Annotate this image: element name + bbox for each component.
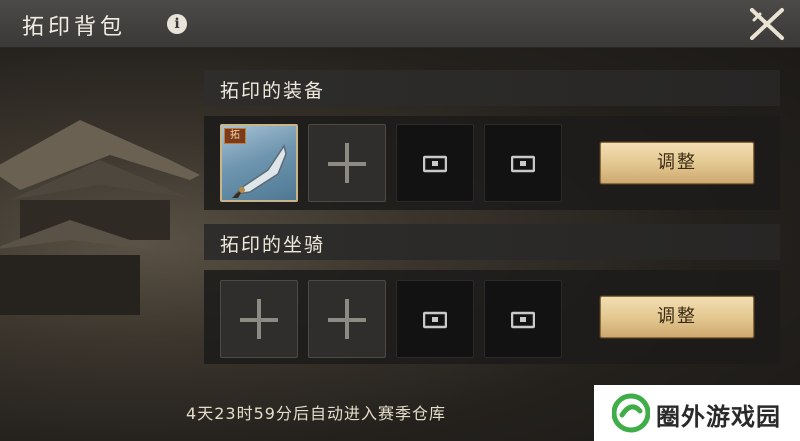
mount-slot-1[interactable] <box>220 280 298 358</box>
pavilion-roof-art <box>0 120 200 315</box>
season-countdown: 4天23时59分后自动进入赛季仓库 <box>186 404 446 423</box>
mount-section-title: 拓印的坐骑 <box>220 234 326 256</box>
background-scenery <box>0 0 800 441</box>
equipment-slot-2[interactable] <box>308 124 386 202</box>
mount-slot-3[interactable] <box>396 280 474 358</box>
lock-icon <box>423 311 447 329</box>
mount-adjust-button[interactable]: 调整 <box>600 296 754 338</box>
equipment-adjust-button[interactable]: 调整 <box>600 142 754 184</box>
mount-slot-4[interactable] <box>484 280 562 358</box>
equipment-slot-1[interactable]: 拓 <box>220 124 298 202</box>
lock-icon <box>511 155 535 173</box>
page-title: 拓印背包 <box>22 15 127 40</box>
header-bar: 拓印背包 i <box>0 0 800 48</box>
equipment-slot-3[interactable] <box>396 124 474 202</box>
watermark-text: 圈外游戏园 <box>656 403 781 431</box>
equipment-slot-4[interactable] <box>484 124 562 202</box>
blade-icon <box>232 144 287 198</box>
watermark: 圈外游戏园 <box>594 385 800 441</box>
mount-slot-2[interactable] <box>308 280 386 358</box>
equipment-section-header: 拓印的装备 <box>204 70 780 106</box>
close-icon[interactable] <box>748 6 786 42</box>
lock-icon <box>423 155 447 173</box>
mount-section-header: 拓印的坐骑 <box>204 224 780 260</box>
lock-icon <box>511 311 535 329</box>
info-icon[interactable]: i <box>167 14 187 34</box>
equipment-section-title: 拓印的装备 <box>220 80 326 102</box>
watermark-logo-icon <box>612 393 650 433</box>
